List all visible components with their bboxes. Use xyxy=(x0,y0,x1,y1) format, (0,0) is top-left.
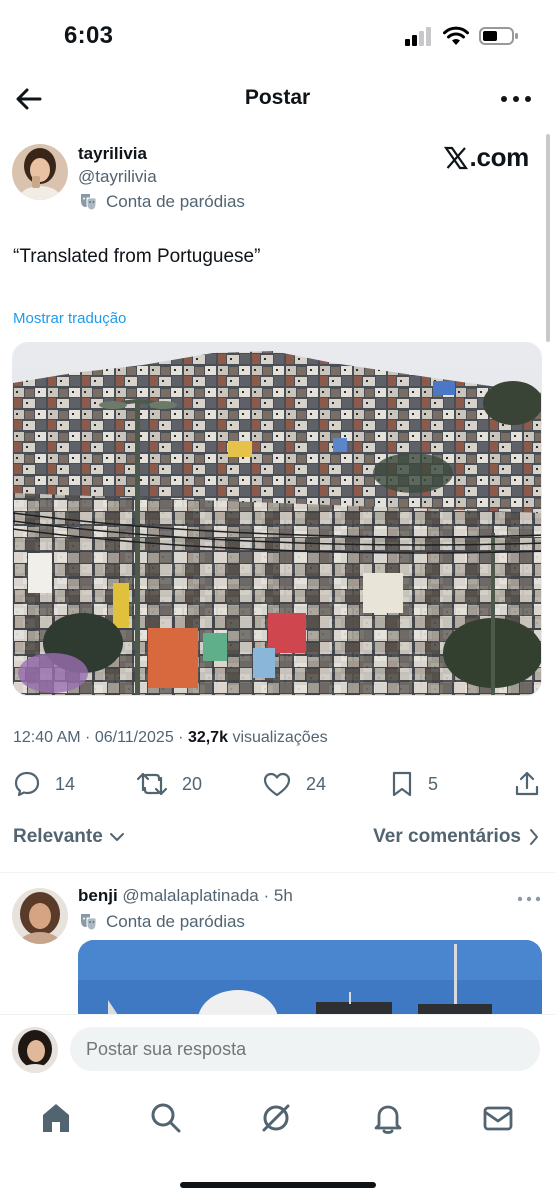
repost-icon xyxy=(136,772,168,796)
chevron-down-icon xyxy=(109,833,124,841)
views-label: visualizações xyxy=(232,729,328,746)
home-indicator xyxy=(180,1182,376,1188)
battery-icon xyxy=(479,27,518,45)
theater-masks-icon xyxy=(81,914,97,931)
show-translation-link[interactable]: Mostrar tradução xyxy=(13,310,126,327)
more-options-icon[interactable] xyxy=(499,84,533,114)
parody-badge: Conta de paródias xyxy=(78,192,245,212)
my-avatar[interactable] xyxy=(12,1027,58,1073)
reply-parody-badge: Conta de paródias xyxy=(78,912,245,932)
replies-sort-row: Relevante Ver comentários xyxy=(13,826,539,854)
bookmark-count: 5 xyxy=(428,773,439,794)
reply-composer xyxy=(0,1014,555,1086)
divider xyxy=(0,872,555,873)
reply-more-icon[interactable] xyxy=(517,894,541,904)
heart-icon xyxy=(263,772,291,797)
x-logo-icon xyxy=(443,146,468,169)
x-com-label: .com xyxy=(469,142,530,172)
reply-input[interactable] xyxy=(70,1027,540,1071)
chevron-right-icon xyxy=(530,829,538,845)
view-comments-link[interactable]: Ver comentários xyxy=(373,826,539,848)
bookmark-button[interactable]: 5 xyxy=(390,770,438,798)
wifi-icon xyxy=(443,26,469,45)
reply-button[interactable]: 14 xyxy=(13,770,75,798)
bookmark-icon xyxy=(392,771,412,797)
search-icon[interactable] xyxy=(148,1100,184,1136)
reply-item[interactable]: benji @malalaplatinada · 5h Conta de par… xyxy=(12,884,543,1020)
view-comments-label: Ver comentários xyxy=(373,826,521,847)
page-title: Postar xyxy=(244,86,311,109)
grok-icon[interactable] xyxy=(258,1100,294,1136)
reply-parody-label: Conta de paródias xyxy=(106,912,245,931)
reply-image[interactable] xyxy=(78,940,542,1020)
like-button[interactable]: 24 xyxy=(262,770,326,798)
sort-dropdown[interactable]: Relevante xyxy=(13,826,125,848)
reply-header: benji @malalaplatinada · 5h xyxy=(78,886,293,905)
post-meta: 12:40 AM · 06/11/2025 · 32,7k visualizaç… xyxy=(13,729,328,746)
reply-photo xyxy=(78,940,542,1020)
sort-label: Relevante xyxy=(13,826,103,847)
reply-icon xyxy=(14,771,40,797)
scrollbar[interactable] xyxy=(546,134,550,342)
notifications-bell-icon[interactable] xyxy=(370,1100,406,1136)
views-count: 32,7k xyxy=(187,729,228,746)
favela-photo xyxy=(13,343,541,695)
post-author: tayrilivia @tayrilivia Conta de paródias… xyxy=(12,142,531,222)
author-name[interactable]: tayrilivia xyxy=(78,144,147,164)
post-image[interactable] xyxy=(12,342,542,696)
reply-author-handle[interactable]: @malalaplatinada xyxy=(122,886,258,905)
post-text: “Translated from Portuguese” xyxy=(13,246,261,267)
repost-button[interactable]: 20 xyxy=(136,770,202,798)
post-time: 12:40 AM xyxy=(13,729,81,746)
author-handle[interactable]: @tayrilivia xyxy=(78,167,157,187)
messages-envelope-icon[interactable] xyxy=(480,1100,516,1136)
reply-author-name[interactable]: benji xyxy=(78,886,118,905)
share-button[interactable] xyxy=(514,770,540,798)
parody-label: Conta de paródias xyxy=(106,192,245,211)
repost-count: 20 xyxy=(182,773,203,794)
share-icon xyxy=(515,771,539,796)
status-time: 6:03 xyxy=(64,22,114,49)
like-count: 24 xyxy=(306,773,327,794)
x-com-watermark: .com xyxy=(443,142,530,173)
theater-masks-icon xyxy=(81,194,97,211)
top-nav: Postar xyxy=(0,72,555,126)
home-icon[interactable] xyxy=(38,1100,74,1136)
bottom-tab-bar xyxy=(0,1086,555,1200)
reply-avatar[interactable] xyxy=(12,888,68,944)
reply-time: 5h xyxy=(273,886,293,905)
status-icons xyxy=(405,26,519,46)
post-actions: 14 20 24 5 xyxy=(0,764,555,806)
reply-count: 14 xyxy=(55,773,76,794)
cellular-signal-icon xyxy=(405,27,431,46)
author-avatar[interactable] xyxy=(12,144,68,200)
post-date: 06/11/2025 xyxy=(94,729,174,746)
status-bar: 6:03 xyxy=(0,0,555,72)
